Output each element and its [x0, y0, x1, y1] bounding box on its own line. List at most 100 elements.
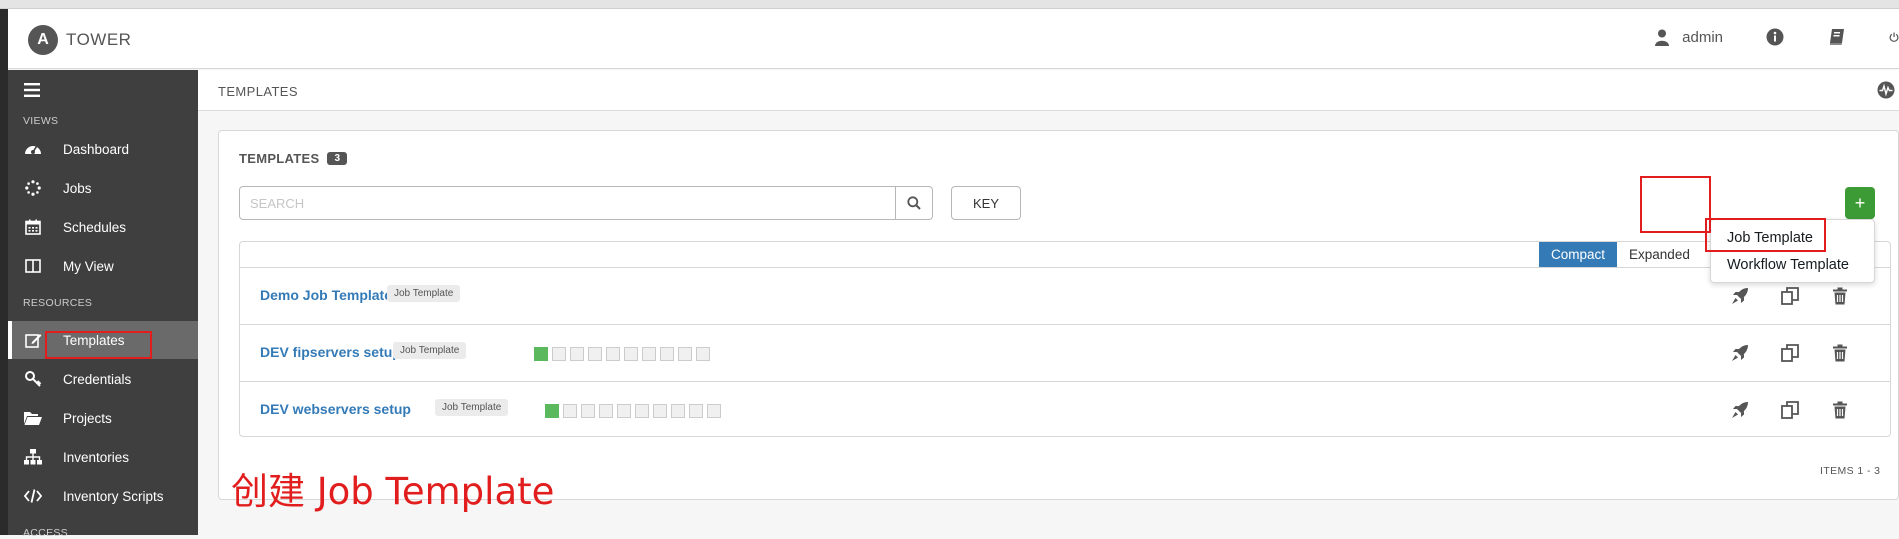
recent-job-status-success[interactable]: [545, 404, 559, 418]
browser-top-strip: [0, 0, 1899, 9]
sidebar-item-projects[interactable]: Projects: [8, 399, 198, 437]
username: admin: [1682, 28, 1723, 46]
user-icon: [1652, 27, 1672, 47]
sidebar-section-resources: RESOURCES: [23, 297, 93, 309]
recent-jobs-sparkline: [545, 404, 721, 418]
sidebar: VIEWS Dashboard Jobs Schedules My View R…: [8, 70, 198, 539]
dashboard-icon: [23, 139, 43, 159]
row-actions: [1729, 399, 1851, 421]
recent-job-status-none[interactable]: [624, 347, 638, 361]
sidebar-item-label: Inventory Scripts: [63, 488, 164, 504]
hamburger-menu-icon[interactable]: [24, 83, 40, 102]
search-box: [239, 186, 933, 220]
recent-job-status-none[interactable]: [563, 404, 577, 418]
sidebar-item-dashboard[interactable]: Dashboard: [8, 130, 198, 168]
recent-job-status-none[interactable]: [696, 347, 710, 361]
annotation-caption: 创建 Job Template: [231, 470, 555, 513]
user-menu[interactable]: admin: [1652, 27, 1723, 47]
view-toggle: Compact Expanded: [1539, 242, 1702, 267]
sidebar-item-inventory-scripts[interactable]: Inventory Scripts: [8, 477, 198, 515]
folder-open-icon: [23, 408, 43, 428]
row-actions: [1729, 285, 1851, 307]
spinner-icon: [23, 178, 43, 198]
sitemap-icon: [23, 447, 43, 467]
sidebar-item-schedules[interactable]: Schedules: [8, 208, 198, 246]
recent-job-status-none[interactable]: [635, 404, 649, 418]
recent-job-status-none[interactable]: [642, 347, 656, 361]
logout-power-icon[interactable]: [1889, 27, 1899, 47]
panel-title-text: TEMPLATES: [239, 151, 320, 166]
copy-icon[interactable]: [1779, 342, 1801, 364]
delete-trash-icon[interactable]: [1829, 285, 1851, 307]
list-header: Compact Expanded: [240, 242, 1890, 268]
copy-icon[interactable]: [1779, 285, 1801, 307]
recent-job-status-success[interactable]: [534, 347, 548, 361]
templates-count-badge: 3: [327, 152, 348, 165]
recent-job-status-none[interactable]: [678, 347, 692, 361]
copy-icon[interactable]: [1779, 399, 1801, 421]
sidebar-section-views: VIEWS: [23, 115, 59, 127]
template-type-badge: Job Template: [435, 399, 509, 416]
recent-job-status-none[interactable]: [617, 404, 631, 418]
table-row: Demo Job Template Job Template: [240, 268, 1890, 325]
launch-rocket-icon[interactable]: [1729, 342, 1751, 364]
sidebar-item-inventories[interactable]: Inventories: [8, 438, 198, 476]
launch-rocket-icon[interactable]: [1729, 399, 1751, 421]
sidebar-item-label: Credentials: [63, 371, 132, 387]
add-button[interactable]: +: [1845, 187, 1875, 219]
activity-stream-icon[interactable]: [1877, 81, 1895, 104]
compact-toggle-button[interactable]: Compact: [1539, 242, 1618, 267]
search-button[interactable]: [895, 187, 932, 219]
sidebar-item-credentials[interactable]: Credentials: [8, 360, 198, 398]
recent-job-status-none[interactable]: [552, 347, 566, 361]
recent-jobs-sparkline: [534, 347, 710, 361]
key-button[interactable]: KEY: [951, 186, 1021, 220]
template-type-badge: Job Template: [393, 342, 467, 359]
recent-job-status-none[interactable]: [707, 404, 721, 418]
edit-icon: [23, 330, 43, 350]
template-name-link[interactable]: Demo Job Template: [260, 287, 392, 303]
search-icon: [907, 196, 921, 210]
templates-list: Compact Expanded Demo Job Template Job T…: [239, 241, 1891, 437]
highlight-box-templates: [45, 331, 152, 359]
table-row: DEV fipservers setup Job Template: [240, 325, 1890, 382]
top-right-controls: admin: [1652, 27, 1899, 47]
sidebar-item-my-view[interactable]: My View: [8, 247, 198, 285]
launch-rocket-icon[interactable]: [1729, 285, 1751, 307]
recent-job-status-none[interactable]: [570, 347, 584, 361]
recent-job-status-none[interactable]: [653, 404, 667, 418]
docs-book-icon[interactable]: [1827, 27, 1847, 47]
tower-logo[interactable]: A TOWER: [28, 25, 131, 55]
recent-job-status-none[interactable]: [671, 404, 685, 418]
recent-job-status-none[interactable]: [689, 404, 703, 418]
recent-job-status-none[interactable]: [606, 347, 620, 361]
recent-job-status-none[interactable]: [599, 404, 613, 418]
breadcrumb-bar: TEMPLATES: [198, 70, 1899, 111]
menu-item-workflow-template[interactable]: Workflow Template: [1711, 251, 1874, 278]
expanded-toggle-button[interactable]: Expanded: [1617, 242, 1702, 267]
recent-job-status-none[interactable]: [660, 347, 674, 361]
template-name-link[interactable]: DEV fipservers setup: [260, 344, 401, 360]
recent-job-status-none[interactable]: [588, 347, 602, 361]
delete-trash-icon[interactable]: [1829, 342, 1851, 364]
sidebar-item-label: Jobs: [63, 180, 92, 196]
logo-text: TOWER: [66, 30, 132, 49]
table-row: DEV webservers setup Job Template: [240, 382, 1890, 439]
breadcrumb: TEMPLATES: [218, 84, 298, 99]
sidebar-item-label: My View: [63, 258, 114, 274]
pagination-items-count: ITEMS 1 - 3: [1820, 465, 1881, 477]
sidebar-item-label: Schedules: [63, 219, 127, 235]
recent-job-status-none[interactable]: [581, 404, 595, 418]
sidebar-item-label: Dashboard: [63, 141, 130, 157]
template-name-link[interactable]: DEV webservers setup: [260, 401, 411, 417]
top-navbar: A TOWER admin: [8, 9, 1899, 69]
panel-title: TEMPLATES 3: [239, 151, 348, 166]
info-icon[interactable]: [1765, 27, 1785, 47]
sidebar-section-access: ACCESS: [23, 527, 68, 539]
sidebar-item-jobs[interactable]: Jobs: [8, 169, 198, 207]
key-icon: [23, 369, 43, 389]
code-icon: [23, 486, 43, 506]
search-input[interactable]: [240, 187, 895, 219]
delete-trash-icon[interactable]: [1829, 399, 1851, 421]
template-type-badge: Job Template: [387, 285, 461, 302]
